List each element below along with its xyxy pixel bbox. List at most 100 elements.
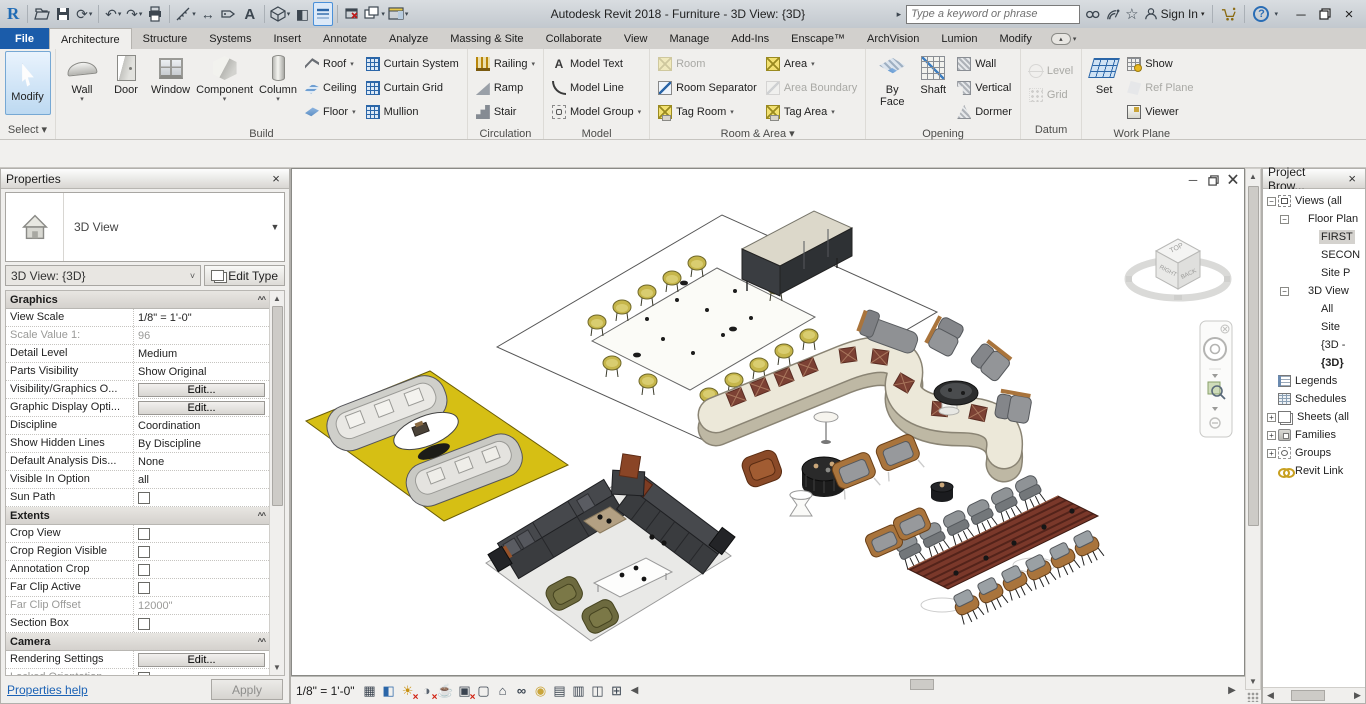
ribbon-tab[interactable]: Add-Ins xyxy=(720,28,780,49)
shadows-icon[interactable] xyxy=(418,681,436,700)
expand-toggle-icon[interactable] xyxy=(1267,431,1276,440)
sign-in-button[interactable]: Sign In ▾ xyxy=(1144,7,1205,21)
thin-lines-icon[interactable] xyxy=(313,2,333,26)
lounge-chair[interactable] xyxy=(969,338,1014,383)
ribbon-tab[interactable]: ArchVision xyxy=(856,28,930,49)
sync-with-central-icon[interactable]: ⟳▾ xyxy=(74,2,94,26)
property-row[interactable]: Locked Orientation xyxy=(6,669,269,675)
reveal-hidden-elements-icon[interactable] xyxy=(532,681,550,700)
instance-selector[interactable]: 3D View: {3D}˅ xyxy=(5,265,201,286)
displacement-sets-icon[interactable] xyxy=(589,681,607,700)
ribbon-button[interactable]: Level xyxy=(1026,59,1076,83)
ribbon-button[interactable]: Area▾ xyxy=(763,52,860,76)
checkbox[interactable] xyxy=(138,546,150,558)
detail-level-icon[interactable] xyxy=(361,681,379,700)
aligned-dimension-icon[interactable]: ↔ xyxy=(198,2,218,26)
browser-horizontal-scrollbar[interactable]: ◀ ▶ xyxy=(1263,687,1365,703)
chevron-down-icon[interactable]: ▼ xyxy=(266,193,284,261)
crop-region-icon[interactable] xyxy=(475,681,493,700)
browser-item[interactable]: SECON xyxy=(1263,246,1365,264)
scroll-left-icon[interactable]: ◀ xyxy=(1263,690,1278,701)
restore-button[interactable] xyxy=(1313,3,1337,25)
switch-windows-icon[interactable]: ▾ xyxy=(363,2,386,26)
ribbon-button[interactable]: Component ▾ xyxy=(194,51,255,102)
browser-item[interactable]: FIRST xyxy=(1263,228,1365,246)
search-icon[interactable] xyxy=(1085,3,1100,25)
property-row[interactable]: Far Clip Active xyxy=(6,579,269,597)
ribbon-button[interactable]: Shaft xyxy=(915,51,951,108)
ribbon-button[interactable]: Grid xyxy=(1026,83,1076,107)
ribbon-button[interactable]: Tag Room▾ xyxy=(655,100,760,124)
property-row[interactable]: Default Analysis Dis... None None xyxy=(6,453,269,471)
ribbon-tab[interactable]: Architecture xyxy=(49,28,132,49)
browser-item[interactable]: Revit Link xyxy=(1263,462,1365,480)
ribbon-tab[interactable]: Enscape™ xyxy=(780,28,856,49)
temporary-view-properties-icon[interactable] xyxy=(551,681,569,700)
ribbon-tab[interactable]: Insert xyxy=(262,28,312,49)
scroll-up-icon[interactable]: ▲ xyxy=(1246,169,1261,184)
property-row[interactable]: Section Box xyxy=(6,615,269,633)
property-row[interactable]: Graphic Display Opti... Edit... Edit... xyxy=(6,399,269,417)
expand-toggle-icon[interactable] xyxy=(1267,413,1276,422)
view-cube[interactable]: TOP RIGHT BACK xyxy=(1126,239,1230,300)
ribbon-button[interactable]: Area Boundary▾ xyxy=(763,76,860,100)
ribbon-tab[interactable]: Manage xyxy=(658,28,720,49)
scroll-thumb[interactable] xyxy=(1291,690,1325,701)
properties-header[interactable]: Properties × xyxy=(1,169,289,189)
ribbon-button[interactable]: Vertical xyxy=(954,76,1015,100)
user-interface-icon[interactable]: ▾ xyxy=(387,2,410,26)
search-input[interactable] xyxy=(906,5,1080,24)
modify-button[interactable]: Modify xyxy=(5,51,51,115)
exchange-apps-icon[interactable] xyxy=(1221,3,1236,25)
close-icon[interactable]: × xyxy=(1344,171,1360,186)
ribbon-tab[interactable]: View xyxy=(613,28,659,49)
browser-item[interactable]: Site xyxy=(1263,318,1365,336)
type-selector[interactable]: 3D View ▼ xyxy=(5,192,285,262)
help-icon[interactable]: ? xyxy=(1253,6,1269,22)
ribbon-button[interactable]: By Face xyxy=(871,51,913,108)
reveal-constraints-icon[interactable] xyxy=(608,681,626,700)
ribbon-tab[interactable]: Annotate xyxy=(312,28,378,49)
close-button[interactable]: × xyxy=(1337,3,1361,25)
browser-item[interactable]: Sheets (all xyxy=(1263,408,1365,426)
browser-item[interactable]: 3D View xyxy=(1263,282,1365,300)
browser-item[interactable]: Floor Plan xyxy=(1263,210,1365,228)
ribbon-tab[interactable]: Collaborate xyxy=(535,28,613,49)
ribbon-tab[interactable]: Modify xyxy=(988,28,1042,49)
ribbon-button[interactable]: Column ▾ xyxy=(257,51,299,102)
section-header[interactable]: Extents^^ xyxy=(6,507,269,525)
scroll-left-icon[interactable]: ◀ xyxy=(627,685,643,696)
ribbon-button[interactable]: Dormer xyxy=(954,100,1015,124)
property-row[interactable]: Crop View xyxy=(6,525,269,543)
leather-chair[interactable] xyxy=(740,448,784,489)
expand-toggle-icon[interactable] xyxy=(1280,215,1289,224)
view-scale-button[interactable]: 1/8" = 1'-0" xyxy=(296,684,355,698)
ribbon-button[interactable]: Model Text▾ xyxy=(549,52,644,76)
measure-icon[interactable]: ▾ xyxy=(174,2,197,26)
edit-type-button[interactable]: Edit Type xyxy=(204,265,285,286)
checkbox[interactable] xyxy=(138,564,150,576)
ribbon-button[interactable]: Wall xyxy=(954,52,1015,76)
ribbon-button[interactable]: Show xyxy=(1124,52,1196,76)
ribbon-button[interactable]: Ref Plane xyxy=(1124,76,1196,100)
close-icon[interactable]: × xyxy=(268,171,284,186)
scroll-thumb[interactable] xyxy=(1248,186,1259,526)
checkbox[interactable] xyxy=(138,582,150,594)
browser-item[interactable]: Views (all xyxy=(1263,192,1365,210)
ribbon-tab[interactable]: Systems xyxy=(198,28,262,49)
ribbon-tab[interactable]: Analyze xyxy=(378,28,439,49)
tag-by-category-icon[interactable] xyxy=(219,2,239,26)
ribbon-button[interactable]: Window ▾ xyxy=(149,51,192,102)
edit-button[interactable]: Edit... xyxy=(138,653,265,667)
sun-path-icon[interactable] xyxy=(399,681,417,700)
expand-toggle-icon[interactable] xyxy=(1267,449,1276,458)
help-chevron-icon[interactable]: ▾ xyxy=(1274,10,1278,18)
locked-3d-view-icon[interactable] xyxy=(494,681,512,700)
ribbon-button[interactable]: Room▾ xyxy=(655,52,760,76)
ribbon-tab[interactable]: Lumion xyxy=(930,28,988,49)
browser-item[interactable]: {3D - xyxy=(1263,336,1365,354)
checkbox[interactable] xyxy=(138,492,150,504)
ribbon-button[interactable]: Room Separator▾ xyxy=(655,76,760,100)
ribbon-button[interactable]: Viewer xyxy=(1124,100,1196,124)
panel-label-select[interactable]: Select ▾ xyxy=(0,122,55,139)
